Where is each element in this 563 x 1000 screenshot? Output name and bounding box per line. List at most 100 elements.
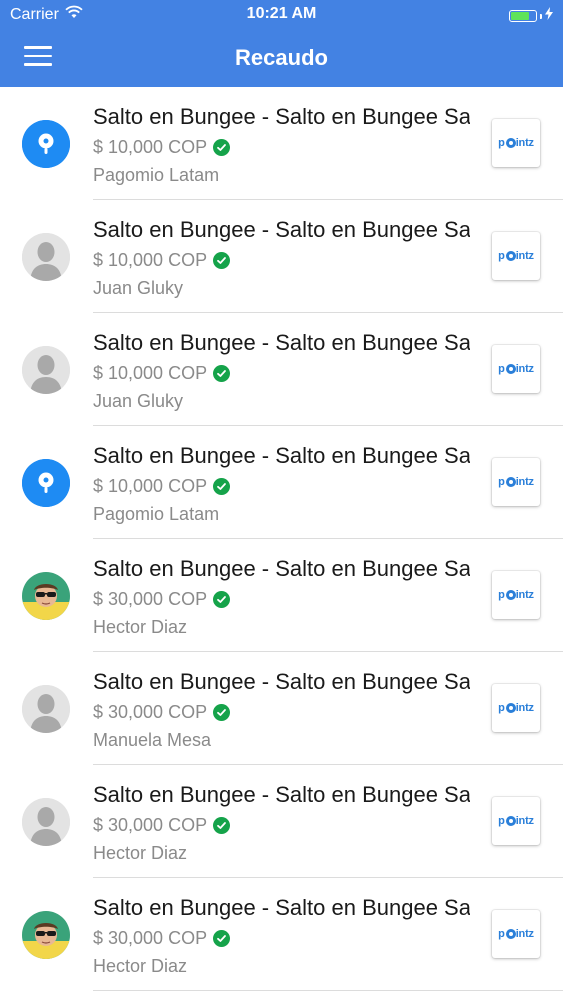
charging-icon [545,7,553,25]
item-price: $ 30,000 COP [93,815,208,835]
logo-text-pre: p [498,476,505,488]
logo-text-post: intz [515,815,534,827]
status-bar: Carrier 10:21 AM [0,0,563,30]
battery-level [511,12,529,20]
list-item[interactable]: Salto en Bungee - Salto en Bungee Salto … [0,313,563,426]
logo-dot-icon [505,816,516,826]
logo-text-post: intz [515,702,534,714]
pointz-logo-text: p intz [498,476,534,488]
list-item[interactable]: Salto en Bungee - Salto en Bungee Salto … [0,87,563,200]
price-line: $ 10,000 COP [93,135,470,159]
check-circle-icon [213,590,231,608]
pointz-logo: p intz [492,345,540,393]
pointz-logo-text: p intz [498,702,534,714]
item-price: $ 10,000 COP [93,363,208,383]
item-details: Salto en Bungee - Salto en Bungee Salto … [93,441,470,526]
payer-name: Hector Diaz [93,617,188,637]
battery-indicator [509,7,553,25]
logo-dot-icon [505,929,516,939]
price-line: $ 30,000 COP [93,587,470,611]
logo-text-post: intz [515,476,534,488]
item-price: $ 10,000 COP [93,137,208,157]
avatar [22,572,70,620]
logo-dot-icon [505,364,516,374]
logo-dot-icon [505,138,516,148]
logo-dot-icon [505,590,516,600]
pointz-logo-text: p intz [498,363,534,375]
item-details: Salto en Bungee - Salto en Bungee Salto … [93,328,470,413]
battery-icon [509,10,537,22]
pointz-logo: p intz [492,571,540,619]
check-circle-icon [213,703,231,721]
avatar [22,233,70,281]
avatar [22,685,70,733]
payer-name: Pagomio Latam [93,165,220,185]
avatar [22,911,70,959]
avatar [22,346,70,394]
pointz-logo: p intz [492,797,540,845]
pointz-logo-text: p intz [498,815,534,827]
logo-dot-icon [505,477,516,487]
logo-dot-icon [505,703,516,713]
item-details: Salto en Bungee - Salto en Bungee Salto … [93,780,470,865]
payer-name: Hector Diaz [93,956,188,976]
payer-name: Juan Gluky [93,391,184,411]
price-line: $ 10,000 COP [93,248,470,272]
logo-text-post: intz [515,928,534,940]
list-item[interactable]: Salto en Bungee - Salto en Bungee Salto … [0,426,563,539]
list-item[interactable]: Salto en Bungee - Salto en Bungee Salto … [0,200,563,313]
pointz-logo: p intz [492,119,540,167]
logo-text-pre: p [498,815,505,827]
pointz-logo-text: p intz [498,589,534,601]
item-details: Salto en Bungee - Salto en Bungee Salto … [93,667,470,752]
price-line: $ 30,000 COP [93,926,470,950]
list-item[interactable]: Salto en Bungee - Salto en Bungee Salto … [0,652,563,765]
avatar [22,120,70,168]
check-circle-icon [213,816,231,834]
item-price: $ 30,000 COP [93,589,208,609]
page-title: Recaudo [235,45,328,70]
list-item[interactable]: Salto en Bungee - Salto en Bungee Salto … [0,539,563,652]
item-price: $ 30,000 COP [93,702,208,722]
pointz-logo: p intz [492,684,540,732]
avatar [22,459,70,507]
list-item[interactable]: Salto en Bungee - Salto en Bungee Salto … [0,765,563,878]
pointz-logo-text: p intz [498,928,534,940]
payer-name: Manuela Mesa [93,730,212,750]
payer-name: Pagomio Latam [93,504,220,524]
logo-text-pre: p [498,589,505,601]
check-circle-icon [213,364,231,382]
check-circle-icon [213,929,231,947]
price-line: $ 30,000 COP [93,700,470,724]
row-divider [93,990,563,991]
price-line: $ 10,000 COP [93,474,470,498]
logo-text-post: intz [515,250,534,262]
check-circle-icon [213,251,231,269]
transaction-list: Salto en Bungee - Salto en Bungee Salto … [0,87,563,991]
logo-dot-icon [505,251,516,261]
nav-bar: Recaudo [0,30,563,87]
logo-text-post: intz [515,363,534,375]
payer-name: Hector Diaz [93,843,188,863]
battery-tip [540,13,542,19]
logo-text-pre: p [498,363,505,375]
price-line: $ 10,000 COP [93,361,470,385]
item-details: Salto en Bungee - Salto en Bungee Salto … [93,215,470,300]
pointz-logo: p intz [492,910,540,958]
item-price: $ 10,000 COP [93,476,208,496]
item-price: $ 10,000 COP [93,250,208,270]
logo-text-pre: p [498,928,505,940]
logo-text-post: intz [515,589,534,601]
avatar [22,798,70,846]
logo-text-pre: p [498,137,505,149]
item-title: Salto en Bungee - Salto en Bungee Salto … [93,104,470,129]
logo-text-pre: p [498,250,505,262]
item-title: Salto en Bungee - Salto en Bungee Salto … [93,217,470,242]
item-title: Salto en Bungee - Salto en Bungee Salto … [93,782,470,807]
price-line: $ 30,000 COP [93,813,470,837]
item-title: Salto en Bungee - Salto en Bungee Salto … [93,556,470,581]
pointz-logo: p intz [492,232,540,280]
item-details: Salto en Bungee - Salto en Bungee Salto … [93,554,470,639]
list-item[interactable]: Salto en Bungee - Salto en Bungee Salto … [0,878,563,991]
payer-name: Juan Gluky [93,278,184,298]
